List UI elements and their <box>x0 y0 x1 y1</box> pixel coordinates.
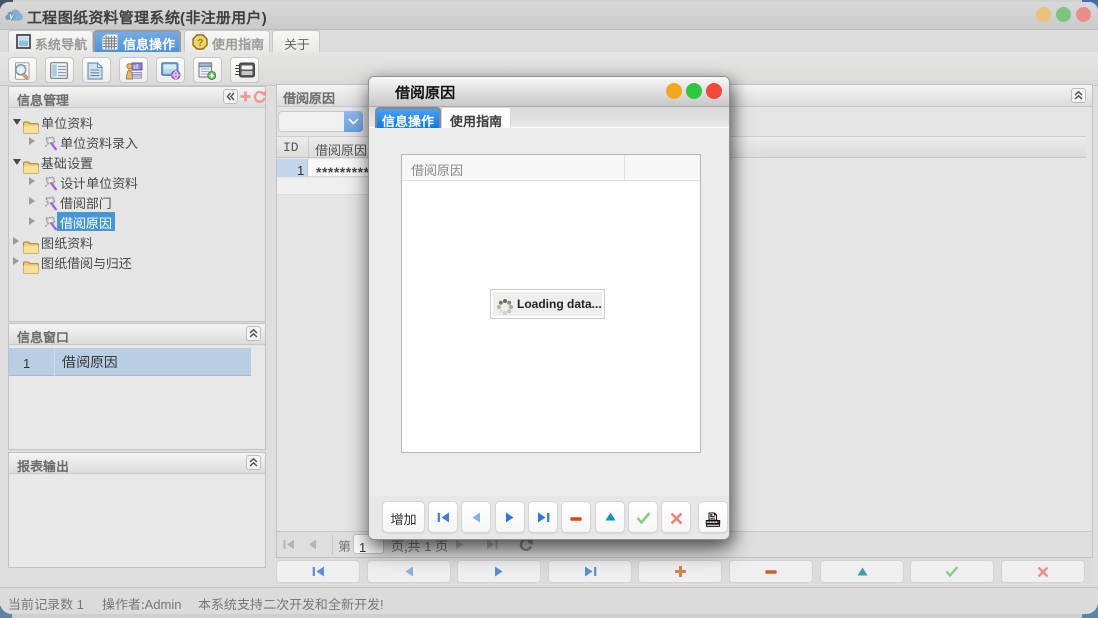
svg-text:y: y <box>8 12 14 22</box>
svg-text:?: ? <box>197 34 203 49</box>
